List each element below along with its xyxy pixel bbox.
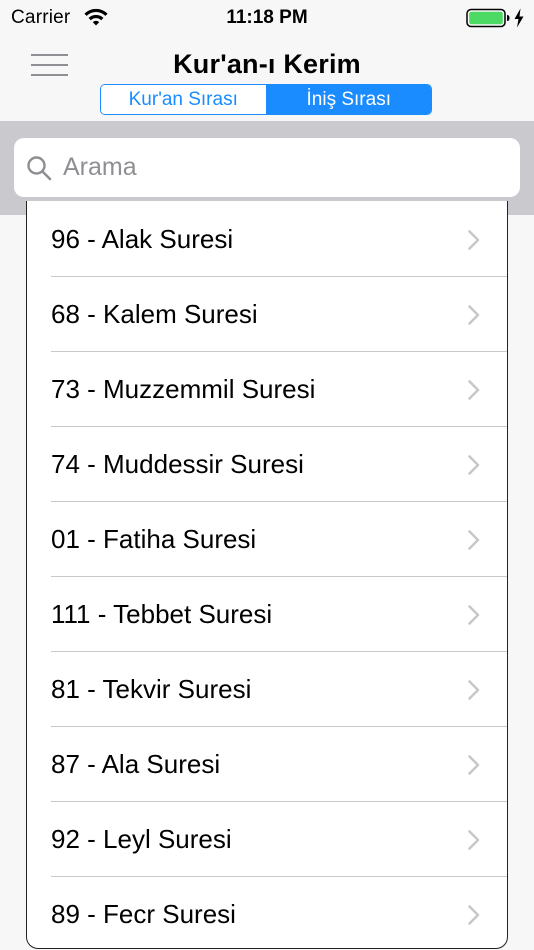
list-item[interactable]: 74 - Muddessir Suresi	[27, 427, 507, 502]
list-item[interactable]: 96 - Alak Suresi	[27, 202, 507, 277]
chevron-right-icon	[468, 605, 480, 625]
sura-list: 96 - Alak Suresi 68 - Kalem Suresi 73 - Mu…	[26, 201, 508, 949]
sura-name: 01 - Fatiha Suresi	[51, 524, 257, 554]
list-item[interactable]: 87 - Ala Suresi	[27, 727, 507, 802]
list-item[interactable]: 01 - Fatiha Suresi	[27, 502, 507, 577]
battery-icon	[466, 8, 510, 28]
chevron-right-icon	[468, 755, 480, 775]
sura-name: 68 - Kalem Suresi	[51, 299, 258, 329]
chevron-right-icon	[468, 305, 480, 325]
list-item[interactable]: 111 - Tebbet Suresi	[27, 577, 507, 652]
chevron-right-icon	[468, 530, 480, 550]
sura-name: 96 - Alak Suresi	[51, 224, 234, 254]
sura-name: 73 - Muzzemmil Suresi	[51, 374, 316, 404]
search-placeholder: Arama	[63, 153, 137, 181]
chevron-right-icon	[468, 380, 480, 400]
search-input[interactable]: Arama	[14, 138, 520, 197]
clock: 11:18 PM	[226, 7, 308, 28]
list-item[interactable]: 89 - Fecr Suresi	[27, 877, 507, 948]
charging-bolt-icon	[514, 8, 524, 28]
chevron-right-icon	[468, 230, 480, 250]
chevron-right-icon	[468, 830, 480, 850]
sura-name: 74 - Muddessir Suresi	[51, 449, 304, 479]
list-item[interactable]: 68 - Kalem Suresi	[27, 277, 507, 352]
list-item[interactable]: 73 - Muzzemmil Suresi	[27, 352, 507, 427]
navigation-bar: Kur'an-ı Kerim Kur'an Sırası İniş Sırası	[0, 38, 534, 121]
list-item[interactable]: 81 - Tekvir Suresi	[27, 652, 507, 727]
segment-inis-sirasi[interactable]: İniş Sırası	[265, 85, 431, 114]
chevron-right-icon	[468, 680, 480, 700]
sura-name: 81 - Tekvir Suresi	[51, 674, 252, 704]
sura-name: 111 - Tebbet Suresi	[51, 599, 273, 629]
page-title: Kur'an-ı Kerim	[173, 49, 361, 79]
segment-kuran-sirasi[interactable]: Kur'an Sırası	[101, 85, 266, 114]
chevron-right-icon	[468, 455, 480, 475]
list-item[interactable]: 92 - Leyl Suresi	[27, 802, 507, 877]
sura-name: 92 - Leyl Suresi	[51, 824, 232, 854]
sura-name: 89 - Fecr Suresi	[51, 899, 236, 929]
chevron-right-icon	[468, 905, 480, 925]
sura-name: 87 - Ala Suresi	[51, 749, 221, 779]
order-segmented-control: Kur'an Sırası İniş Sırası	[100, 84, 432, 115]
status-bar: Carrier 11:18 PM	[0, 0, 534, 38]
search-icon	[27, 156, 52, 181]
